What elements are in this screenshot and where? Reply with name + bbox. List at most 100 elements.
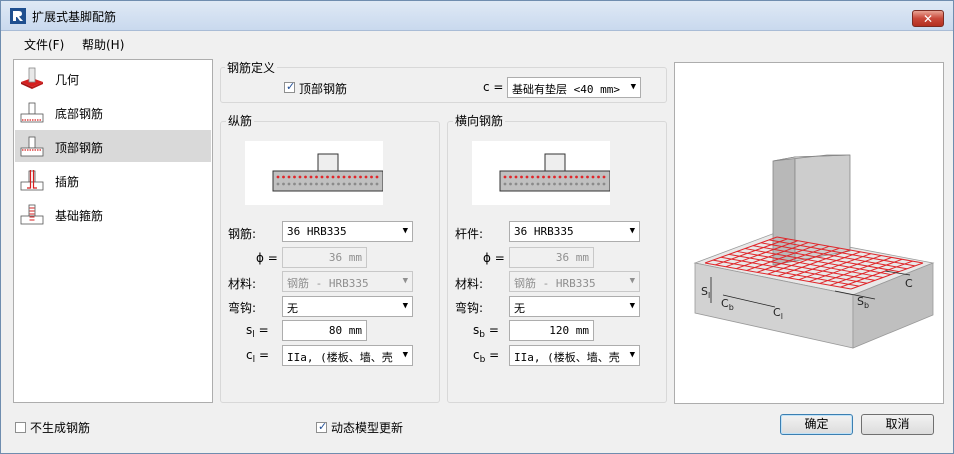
rebar-dot	[293, 182, 296, 186]
rebar-dot	[514, 175, 518, 179]
transverse-cover-label: cb =	[473, 348, 500, 365]
rebar-dot	[364, 175, 368, 179]
transverse-material-label: 材料:	[455, 277, 484, 291]
longitudinal-material-label: 材料:	[228, 277, 257, 291]
rebar-dot	[320, 175, 324, 179]
longitudinal-rebar-dropdown[interactable]: 36 HRB335 ▼	[282, 221, 413, 242]
rebar-dot	[580, 182, 584, 186]
checkmark-icon: ✓	[318, 420, 328, 433]
rebar-dot	[342, 175, 346, 179]
longitudinal-hook-dropdown[interactable]: 无 ▼	[282, 296, 413, 317]
longitudinal-diagram	[245, 141, 383, 205]
rebar-dot	[525, 175, 529, 179]
no-rebar-checkbox[interactable]	[15, 422, 26, 433]
rebar-dot	[370, 175, 373, 179]
transverse-rebar-dropdown[interactable]: 36 HRB335 ▼	[509, 221, 640, 242]
rebar-dot	[597, 175, 600, 179]
rebar-dot	[331, 175, 335, 179]
rebar-dot	[580, 175, 584, 179]
title-bar: 扩展式基脚配筋 ✕	[1, 1, 953, 31]
longitudinal-cover-value: IIa, (楼板、墙、壳	[287, 351, 393, 364]
longitudinal-diameter-field: 36 mm	[282, 247, 367, 268]
rebar-dot	[575, 175, 578, 179]
rebar-dot	[564, 182, 567, 186]
rebar-dot	[337, 182, 340, 186]
spacing-subscript: l	[252, 330, 255, 340]
rebar-dot	[282, 182, 285, 186]
nav-item-stirrup[interactable]: 基础箍筋	[15, 198, 211, 230]
transverse-rebar-label: 杆件:	[455, 227, 484, 241]
rebar-dot	[348, 182, 351, 186]
dynamic-update-checkbox[interactable]: ✓	[316, 420, 328, 433]
menu-file[interactable]: 文件(F)	[24, 36, 64, 53]
spacing-equals: =	[258, 323, 269, 337]
rebar-dot	[509, 182, 512, 186]
rebar-dot	[276, 175, 280, 179]
cover-equals: =	[489, 348, 500, 362]
rebar-dot	[287, 182, 291, 186]
transverse-material-dropdown: 钢筋 - HRB335 ▼	[509, 271, 640, 292]
chevron-down-icon: ▼	[402, 350, 408, 360]
chevron-down-icon: ▼	[629, 301, 635, 311]
top-rebar-checkbox[interactable]: ✓	[284, 80, 296, 93]
transverse-spacing-field[interactable]: 120 mm	[509, 320, 594, 341]
transverse-diameter-field: 36 mm	[509, 247, 594, 268]
nav-item-bottom-rebar[interactable]: 底部钢筋	[15, 96, 211, 128]
chevron-down-icon: ▼	[402, 226, 408, 236]
rebar-dot	[547, 175, 551, 179]
rebar-dot	[536, 182, 540, 186]
nav-item-top-rebar[interactable]: 顶部钢筋	[15, 130, 211, 162]
transverse-cover-value: IIa, (楼板、墙、壳	[514, 351, 620, 364]
rebar-dot	[531, 182, 534, 186]
rebar-dot	[597, 182, 600, 186]
rebar-dot	[298, 175, 302, 179]
nav-label-geometry: 几何	[55, 73, 80, 87]
cancel-button[interactable]: 取消	[861, 414, 934, 435]
footing-3d-view: Sl Cb Cl Sb C	[693, 154, 935, 349]
rebar-dot	[558, 182, 562, 186]
rebar-dot	[282, 175, 285, 179]
rebar-dot	[553, 182, 556, 186]
chevron-down-icon: ▼	[629, 226, 635, 236]
transverse-diagram	[472, 141, 610, 205]
transverse-cover-dropdown[interactable]: IIa, (楼板、墙、壳 ▼	[509, 345, 640, 366]
nav-label-top-rebar: 顶部钢筋	[55, 141, 104, 155]
rebar-dot	[520, 182, 523, 186]
rebar-dot	[353, 182, 357, 186]
transverse-hook-dropdown[interactable]: 无 ▼	[509, 296, 640, 317]
longitudinal-cover-label: cl =	[246, 348, 270, 365]
cover-equals: =	[258, 348, 270, 362]
longitudinal-spacing-field[interactable]: 80 mm	[282, 320, 367, 341]
cover-label: c =	[483, 80, 504, 94]
menu-help[interactable]: 帮助(H)	[82, 36, 124, 53]
longitudinal-cover-dropdown[interactable]: IIa, (楼板、墙、壳 ▼	[282, 345, 413, 366]
rebar-dot	[326, 182, 329, 186]
model-preview[interactable]: Sl Cb Cl Sb C	[674, 62, 944, 404]
transverse-rebar-value: 36 HRB335	[514, 225, 574, 238]
chevron-down-icon: ▼	[402, 276, 408, 286]
rebar-dot	[503, 182, 507, 186]
longitudinal-title: 纵筋	[226, 112, 255, 129]
rebar-dot	[591, 175, 595, 179]
checkmark-icon: ✓	[286, 80, 296, 93]
transverse-spacing-value: 120 mm	[549, 324, 589, 337]
close-button[interactable]: ✕	[912, 10, 944, 27]
nav-item-dowel[interactable]: 插筋	[15, 164, 211, 196]
rebar-dot	[569, 182, 573, 186]
longitudinal-hook-value: 无	[287, 302, 298, 315]
category-list: 几何 底部钢筋 顶部钢筋 插筋 基础箍筋	[13, 59, 213, 403]
rebar-dot	[315, 182, 318, 186]
rebar-dot	[359, 182, 362, 186]
ok-button[interactable]: 确定	[780, 414, 853, 435]
longitudinal-material-value: 钢筋 - HRB335	[287, 277, 369, 290]
rebar-dot	[315, 175, 318, 179]
cover-dropdown[interactable]: 基础有垫层 <40 mm> ▼	[507, 77, 641, 98]
rebar-dot	[348, 175, 351, 179]
nav-item-geometry[interactable]: 几何	[15, 62, 211, 94]
menu-bar: 文件(F) 帮助(H)	[2, 31, 952, 55]
rebar-dot	[309, 182, 313, 186]
geometry-icon	[21, 67, 43, 89]
transverse-hook-label: 弯钩:	[455, 301, 484, 315]
rebar-dot	[525, 182, 529, 186]
chevron-down-icon: ▼	[402, 301, 408, 311]
